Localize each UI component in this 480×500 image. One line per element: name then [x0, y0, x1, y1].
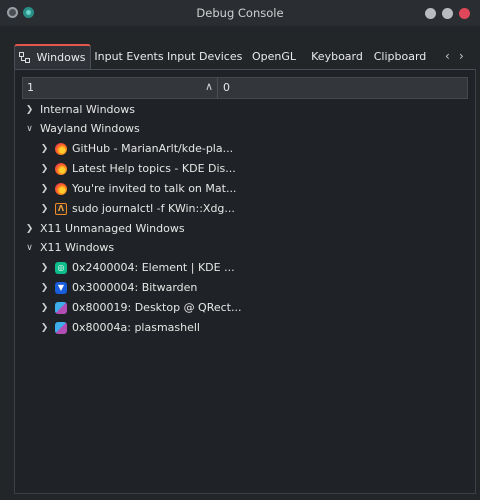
tree-item-label: 0x80004a: plasmashell [72, 321, 200, 334]
tree-item-x11-unmanaged-windows[interactable]: ❯ X11 Unmanaged Windows [24, 219, 185, 239]
chevron-right-icon[interactable]: ❯ [24, 100, 35, 120]
tree-item-window[interactable]: ❯ ▼ 0x3000004: Bitwarden [39, 278, 197, 298]
windows-panel: 1 ∧ 0 ❯ Internal Windows ∨ Wayland Windo… [14, 69, 476, 494]
tree-item-label: X11 Unmanaged Windows [40, 222, 185, 235]
maximize-button[interactable] [442, 8, 453, 19]
column-header-1[interactable]: 1 ∧ [23, 78, 218, 98]
tree-item-window[interactable]: ❯ You're invited to talk on Mat... [39, 179, 236, 199]
windows-tree-icon [19, 52, 31, 63]
tab-bar: Windows Input Events Input Devices OpenG… [14, 44, 476, 69]
tree-item-label: Latest Help topics - KDE Dis... [72, 162, 236, 175]
debug-console-window: Debug Console Windows Input Events Input… [0, 0, 480, 500]
chevron-down-icon[interactable]: ∨ [24, 238, 35, 258]
chevron-down-icon[interactable]: ∨ [24, 119, 35, 139]
tree-item-label: sudo journalctl -f KWin::Xdg... [72, 202, 235, 215]
sort-ascending-icon[interactable]: ∧ [205, 80, 213, 93]
tab-windows-label: Windows [36, 51, 86, 64]
tree-item-label: GitHub - MarianArlt/kde-pla... [72, 142, 234, 155]
tab-windows[interactable]: Windows [14, 44, 91, 69]
tree-item-label: Internal Windows [40, 103, 135, 116]
terminal-icon: Λ [55, 203, 67, 215]
tab-input-devices[interactable]: Input Devices [167, 44, 243, 69]
tree-item-internal-windows[interactable]: ❯ Internal Windows [24, 100, 135, 120]
scroll-right-icon[interactable]: › [459, 49, 464, 63]
tree-item-window[interactable]: ❯ Latest Help topics - KDE Dis... [39, 159, 236, 179]
tab-clipboard[interactable]: Clipboard [371, 44, 429, 69]
tab-input-events-label: Input Events [94, 50, 164, 63]
tree-item-window[interactable]: ❯ 0x800019: Desktop @ QRect... [39, 298, 242, 318]
firefox-icon [55, 143, 67, 155]
column-2-label: 0 [223, 81, 230, 94]
firefox-icon [55, 183, 67, 195]
minimize-button[interactable] [425, 8, 436, 19]
chevron-right-icon[interactable]: ❯ [39, 298, 50, 318]
close-button[interactable] [459, 8, 470, 19]
titlebar[interactable]: Debug Console [0, 0, 480, 26]
chevron-right-icon[interactable]: ❯ [39, 278, 50, 298]
chevron-right-icon[interactable]: ❯ [39, 139, 50, 159]
tab-opengl[interactable]: OpenGL [246, 44, 302, 69]
tree-item-label: 0x800019: Desktop @ QRect... [72, 301, 242, 314]
tree-item-window[interactable]: ❯ GitHub - MarianArlt/kde-pla... [39, 139, 233, 159]
window-title: Debug Console [196, 6, 284, 20]
chevron-right-icon[interactable]: ❯ [39, 318, 50, 338]
tree-header: 1 ∧ 0 [22, 77, 468, 99]
tab-input-events[interactable]: Input Events [94, 44, 164, 69]
tree-item-label: X11 Windows [40, 241, 115, 254]
chevron-right-icon[interactable]: ❯ [39, 258, 50, 278]
tab-opengl-label: OpenGL [251, 50, 297, 63]
firefox-icon [55, 163, 67, 175]
chevron-right-icon[interactable]: ❯ [39, 199, 50, 219]
tree-item-wayland-windows[interactable]: ∨ Wayland Windows [24, 119, 140, 139]
bitwarden-icon: ▼ [55, 282, 67, 294]
tree-item-window[interactable]: ❯ Λ sudo journalctl -f KWin::Xdg... [39, 199, 235, 219]
element-icon: ◎ [55, 262, 67, 274]
tree-item-x11-windows[interactable]: ∨ X11 Windows [24, 238, 114, 258]
column-1-label: 1 [27, 81, 34, 94]
chevron-right-icon[interactable]: ❯ [24, 219, 35, 239]
tab-keyboard-label: Keyboard [311, 50, 363, 63]
desktop-icon [55, 302, 67, 314]
tab-input-devices-label: Input Devices [167, 50, 243, 63]
tab-clipboard-label: Clipboard [373, 50, 427, 63]
plasma-icon [55, 322, 67, 334]
tree-item-window[interactable]: ❯ 0x80004a: plasmashell [39, 318, 200, 338]
tab-keyboard[interactable]: Keyboard [307, 44, 367, 69]
chevron-right-icon[interactable]: ❯ [39, 179, 50, 199]
chevron-right-icon[interactable]: ❯ [39, 159, 50, 179]
tree-item-label: 0x3000004: Bitwarden [72, 281, 198, 294]
tree-item-label: You're invited to talk on Mat... [72, 182, 237, 195]
tree-item-label: Wayland Windows [40, 122, 140, 135]
tree-item-label: 0x2400004: Element | KDE ... [72, 261, 235, 274]
scroll-left-icon[interactable]: ‹ [445, 49, 450, 63]
tree-item-window[interactable]: ❯ ◎ 0x2400004: Element | KDE ... [39, 258, 235, 278]
